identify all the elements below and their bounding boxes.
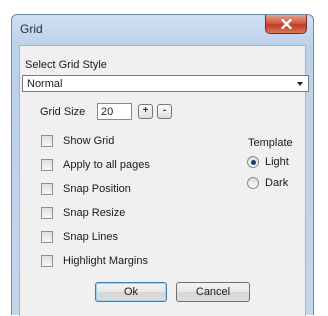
show-grid-checkbox[interactable] — [41, 135, 53, 147]
apply-all-pages-checkbox[interactable] — [41, 159, 53, 171]
template-light-label: Light — [265, 156, 289, 168]
grid-size-value: 20 — [101, 106, 114, 118]
window-title: Grid — [20, 22, 43, 36]
grid-style-select[interactable]: Normal — [22, 75, 309, 92]
snap-lines-checkbox[interactable] — [41, 231, 53, 243]
template-dark-label: Dark — [265, 177, 289, 189]
template-label: Template — [248, 137, 293, 149]
template-light-radio[interactable] — [247, 156, 259, 168]
grid-size-increase-button[interactable]: + — [138, 104, 153, 119]
close-button[interactable] — [265, 15, 307, 34]
ok-button[interactable]: Ok — [95, 282, 167, 302]
snap-lines-label: Snap Lines — [63, 231, 119, 243]
show-grid-label: Show Grid — [63, 135, 115, 147]
snap-position-checkbox[interactable] — [41, 183, 53, 195]
snap-resize-label: Snap Resize — [63, 207, 126, 219]
apply-all-pages-label: Apply to all pages — [63, 159, 150, 171]
grid-style-value: Normal — [27, 78, 63, 90]
grid-size-decrease-button[interactable]: - — [157, 104, 172, 119]
grid-style-label: Select Grid Style — [25, 59, 107, 71]
highlight-margins-label: Highlight Margins — [63, 255, 148, 267]
highlight-margins-checkbox[interactable] — [41, 255, 53, 267]
cancel-button[interactable]: Cancel — [176, 282, 250, 302]
snap-resize-checkbox[interactable] — [41, 207, 53, 219]
grid-size-input[interactable]: 20 — [97, 103, 132, 120]
close-icon — [281, 19, 292, 29]
snap-position-label: Snap Position — [63, 183, 131, 195]
template-dark-radio[interactable] — [247, 177, 259, 189]
title-bar[interactable]: Grid — [12, 15, 313, 43]
chevron-down-icon — [297, 82, 303, 86]
grid-size-label: Grid Size — [40, 106, 86, 118]
